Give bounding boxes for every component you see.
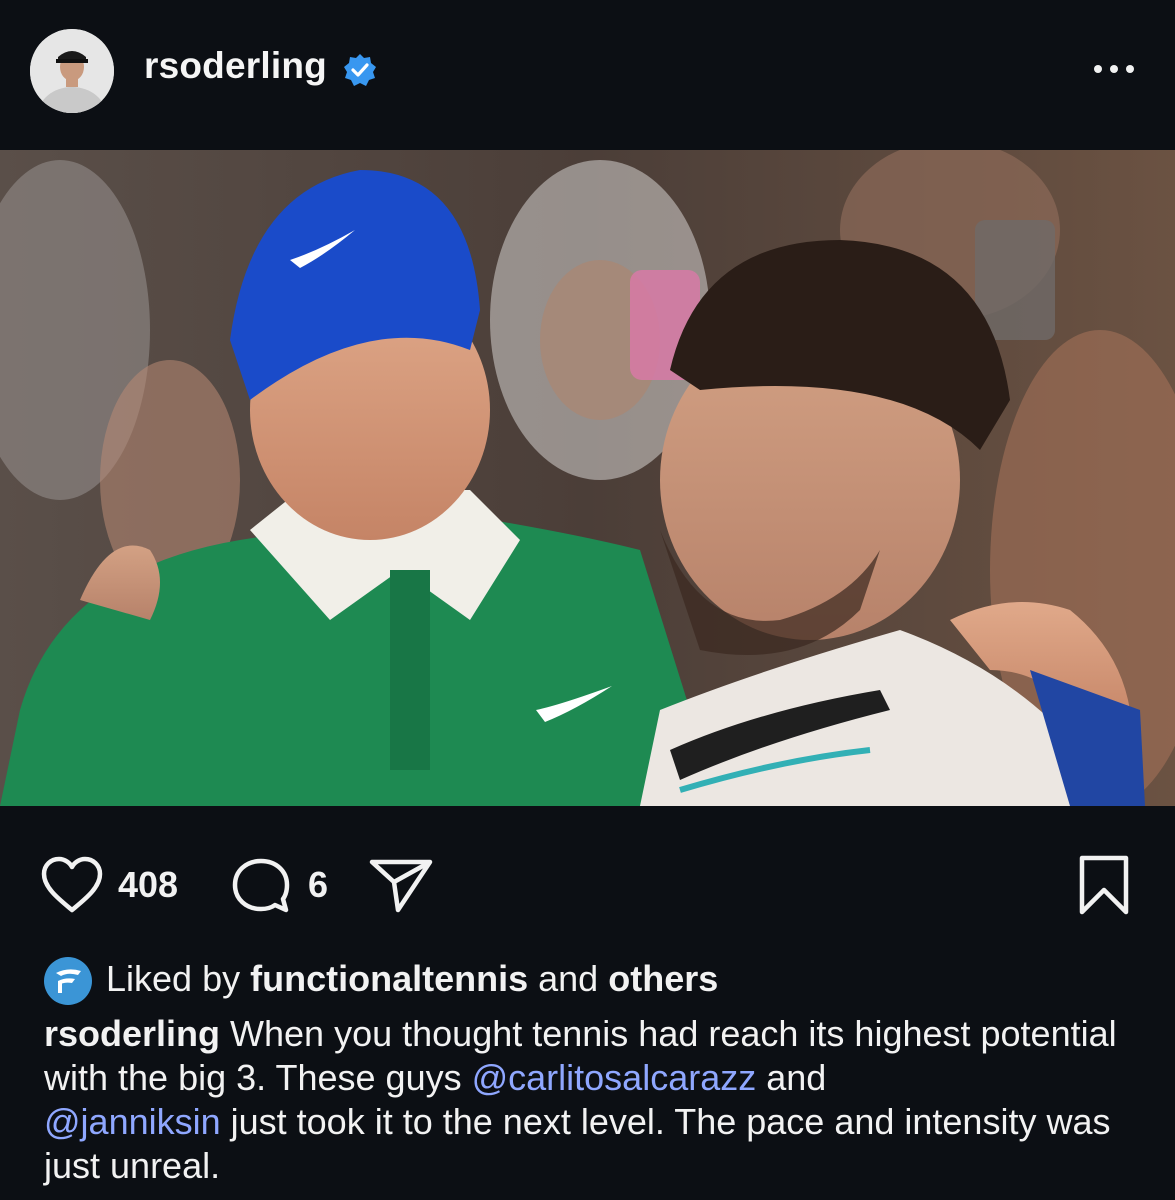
- liked-by-prefix: Liked by: [106, 958, 241, 999]
- username[interactable]: rsoderling: [144, 45, 327, 87]
- liked-by-user[interactable]: functionaltennis: [250, 958, 528, 999]
- mention-janniksin[interactable]: @janniksin: [44, 1101, 221, 1142]
- comment-icon[interactable]: [230, 856, 292, 916]
- likes-count[interactable]: 408: [118, 864, 178, 906]
- bookmark-icon[interactable]: [1076, 854, 1132, 916]
- mention-carlitosalcarazz[interactable]: @carlitosalcarazz: [472, 1057, 757, 1098]
- liked-by-others[interactable]: others: [608, 958, 718, 999]
- more-horizontal-icon[interactable]: [1088, 58, 1140, 80]
- share-icon[interactable]: [368, 856, 434, 914]
- action-bar: 408 6: [0, 840, 1175, 930]
- functionaltennis-logo-icon: [45, 958, 91, 1004]
- profile-avatar[interactable]: [30, 29, 114, 113]
- liked-by-row: Liked by functionaltennis and others: [44, 955, 1144, 1005]
- liked-by-connector: and: [538, 958, 599, 999]
- caption-text-2: and: [756, 1057, 827, 1098]
- heart-icon[interactable]: [40, 856, 104, 914]
- comments-count[interactable]: 6: [308, 864, 328, 906]
- liked-by-text: Liked by functionaltennis and others: [106, 957, 718, 1001]
- avatar-photo: [30, 29, 114, 113]
- liked-by-avatar[interactable]: [44, 957, 92, 1005]
- post-photo: [0, 150, 1175, 806]
- verified-badge-icon: [344, 54, 376, 86]
- post-image[interactable]: [0, 150, 1175, 806]
- post-caption: rsoderling When you thought tennis had r…: [44, 1012, 1144, 1188]
- caption-author[interactable]: rsoderling: [44, 1013, 220, 1054]
- post-header: rsoderling: [0, 0, 1175, 140]
